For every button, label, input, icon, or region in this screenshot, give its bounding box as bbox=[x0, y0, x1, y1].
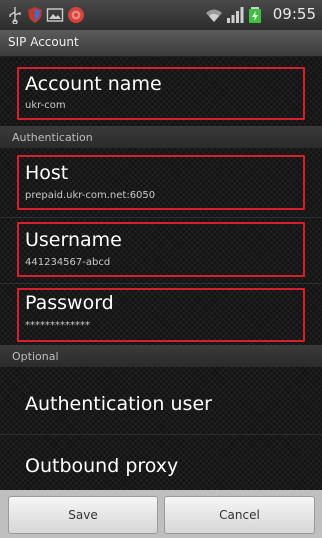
status-time: 09:55 bbox=[272, 5, 316, 23]
category-authentication: Authentication bbox=[0, 126, 322, 148]
cancel-button[interactable]: Cancel bbox=[164, 496, 315, 534]
pref-password[interactable]: Password ************* bbox=[0, 284, 322, 344]
status-bar: 09:55 bbox=[0, 0, 322, 30]
pref-username[interactable]: Username 441234567-abcd bbox=[0, 218, 322, 282]
title-bar: SIP Account bbox=[0, 30, 322, 57]
pref-title: Host bbox=[25, 162, 69, 184]
pref-title: Outbound proxy bbox=[25, 455, 179, 477]
save-button[interactable]: Save bbox=[8, 496, 158, 534]
pref-title: Username bbox=[25, 229, 122, 251]
pref-title: Account name bbox=[25, 73, 162, 95]
page-title: SIP Account bbox=[8, 35, 79, 49]
pref-authentication-user[interactable]: Authentication user bbox=[0, 368, 322, 434]
button-bar: Save Cancel bbox=[0, 490, 322, 538]
pref-title: Password bbox=[25, 292, 114, 314]
app-icon bbox=[68, 7, 84, 23]
pref-account-name[interactable]: Account name ukr-com bbox=[0, 60, 322, 122]
pref-summary: ************* bbox=[25, 320, 90, 331]
pref-host[interactable]: Host prepaid.ukr-com.net:6050 bbox=[0, 152, 322, 214]
category-label: Optional bbox=[12, 350, 59, 363]
usb-icon bbox=[9, 7, 21, 24]
picture-icon bbox=[46, 8, 64, 22]
pref-summary: ukr-com bbox=[25, 100, 66, 111]
battery-icon bbox=[249, 7, 261, 23]
pref-title: Authentication user bbox=[25, 393, 212, 415]
shield-icon bbox=[28, 7, 42, 23]
pref-summary: prepaid.ukr-com.net:6050 bbox=[25, 190, 156, 201]
pref-summary: 441234567-abcd bbox=[25, 257, 111, 268]
category-optional: Optional bbox=[0, 345, 322, 367]
signal-icon bbox=[227, 7, 244, 23]
wifi-icon bbox=[206, 9, 222, 22]
pref-outbound-proxy[interactable]: Outbound proxy bbox=[0, 435, 322, 490]
sip-account-screen: 09:55 SIP Account Account name ukr-com A… bbox=[0, 0, 322, 538]
category-label: Authentication bbox=[12, 131, 93, 144]
